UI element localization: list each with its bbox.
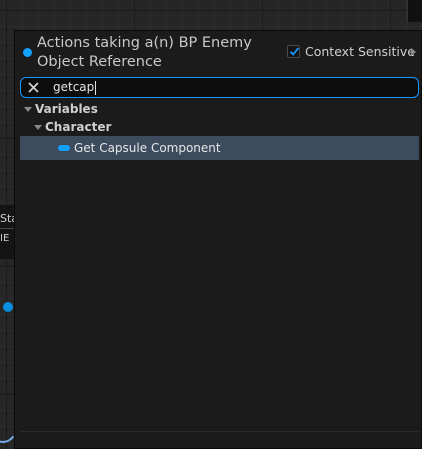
close-icon[interactable] [26,80,41,95]
chevron-right-icon[interactable] [411,48,416,56]
object-reference-pin-icon [23,48,32,57]
search-field[interactable]: getcap [20,77,419,98]
list-bottom-divider [20,431,419,432]
action-menu-panel: Actions taking a(n) BP Enemy Object Refe… [14,30,422,449]
variable-pill-icon [58,145,70,151]
checkmark-icon [289,47,300,56]
action-menu-title: Actions taking a(n) BP Enemy Object Refe… [37,35,252,70]
context-sensitive-label[interactable]: Context Sensitive [305,44,415,59]
search-input[interactable]: getcap [53,80,94,94]
action-item-label: Get Capsule Component [74,141,221,155]
background-node-pin[interactable] [3,302,13,312]
action-item-get-capsule-component[interactable]: Get Capsule Component [20,136,419,160]
category-label: Variables [35,102,98,116]
tree-category-variables[interactable]: Variables [20,101,419,119]
subcategory-label: Character [45,120,112,134]
tree-category-character[interactable]: Character [20,119,419,137]
expand-triangle-icon[interactable] [24,107,32,112]
expand-triangle-icon[interactable] [34,125,42,130]
text-caret [95,81,96,95]
context-sensitive-checkbox[interactable] [287,45,300,58]
background-node-corner [407,0,422,22]
background-node-subtitle: IE [0,233,10,244]
